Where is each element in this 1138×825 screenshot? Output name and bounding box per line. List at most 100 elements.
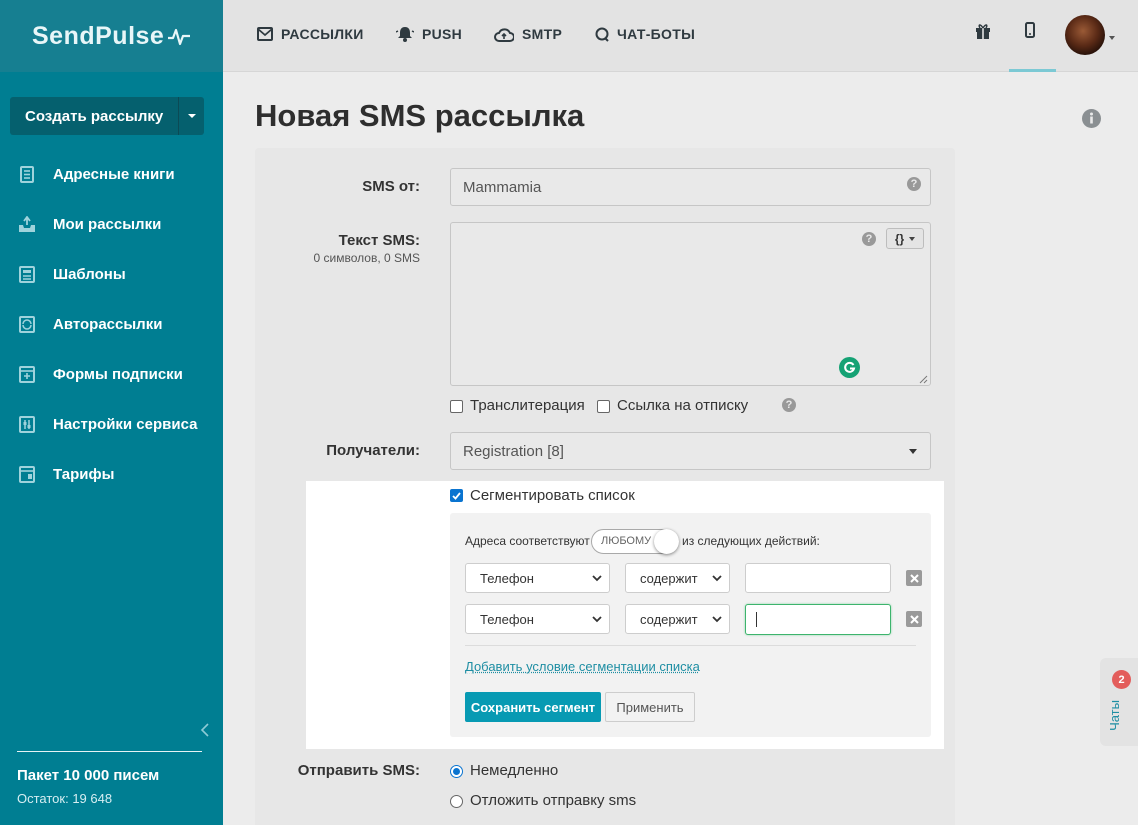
topnav-push[interactable]: PUSH [396, 24, 462, 44]
condition-operator-value: содержит [640, 571, 698, 586]
gift-icon [975, 22, 991, 40]
topnav-label: РАССЫЛКИ [281, 26, 364, 42]
chat-bubble-icon [595, 27, 609, 42]
sidebar-item-label: Тарифы [53, 466, 114, 483]
sidebar-item-service-settings[interactable]: Настройки сервиса [17, 412, 197, 436]
sidebar-divider [17, 751, 202, 752]
add-condition-link[interactable]: Добавить условие сегментации списка [465, 659, 700, 674]
sidebar-item-label: Мои рассылки [53, 216, 161, 233]
create-campaign-button[interactable]: Создать рассылку [10, 97, 204, 135]
sidebar-item-my-campaigns[interactable]: Мои рассылки [17, 212, 161, 236]
gift-button[interactable] [975, 22, 991, 45]
settings-icon [17, 415, 37, 433]
topnav-campaigns[interactable]: РАССЫЛКИ [257, 24, 364, 44]
pulse-logo-icon [168, 25, 190, 47]
caret-down-icon[interactable] [1109, 36, 1115, 40]
topnav-label: ЧАТ-БОТЫ [617, 26, 695, 42]
topnav-chatbots[interactable]: ЧАТ-БОТЫ [595, 24, 695, 44]
sidebar-item-automation[interactable]: Авторассылки [17, 312, 162, 336]
top-navigation: РАССЫЛКИ PUSH SMTP ЧАТ-БОТЫ [223, 0, 1138, 72]
sidebar-item-label: Формы подписки [53, 366, 183, 383]
campaigns-icon [17, 215, 37, 233]
forms-icon [17, 365, 37, 383]
condition-value-input[interactable] [745, 563, 891, 593]
package-remaining: Остаток: 19 648 [17, 791, 112, 806]
grammarly-icon[interactable] [839, 357, 860, 378]
user-avatar[interactable] [1065, 15, 1105, 55]
sender-label: SMS от: [300, 178, 420, 195]
envelope-icon [257, 27, 273, 41]
send-later-radio[interactable] [450, 795, 463, 808]
logo-text: SendPulse [32, 22, 164, 51]
sender-value: Mammamia [463, 179, 541, 196]
sidebar-item-pricing[interactable]: Тарифы [17, 462, 114, 486]
caret-down-icon [188, 114, 196, 118]
create-campaign-dropdown[interactable] [178, 97, 204, 135]
address-book-icon [17, 165, 37, 183]
remove-condition-button[interactable] [906, 611, 922, 627]
sidebar: SendPulse Создать рассылку Адресные книг… [0, 0, 223, 825]
sms-text-help-icon[interactable]: ? [862, 232, 876, 246]
automation-icon [17, 315, 37, 333]
pricing-icon [17, 465, 37, 483]
unsubscribe-help-icon[interactable]: ? [782, 398, 796, 412]
save-segment-button[interactable]: Сохранить сегмент [465, 692, 601, 722]
cloud-upload-icon [494, 27, 514, 42]
topnav-label: PUSH [422, 26, 462, 42]
sidebar-item-label: Настройки сервиса [53, 416, 197, 433]
active-tab-indicator [1009, 69, 1056, 72]
match-mode-toggle[interactable]: ЛЮБОМУ [591, 529, 679, 554]
topnav-smtp[interactable]: SMTP [494, 24, 562, 44]
recipients-label: Получатели: [300, 442, 420, 459]
condition-operator-select[interactable]: содержит [625, 563, 730, 593]
send-now-label: Немедленно [470, 762, 558, 779]
sidebar-item-subscription-forms[interactable]: Формы подписки [17, 362, 183, 386]
condition-operator-select[interactable]: содержит [625, 604, 730, 634]
sms-text-area[interactable] [450, 222, 931, 386]
apply-button[interactable]: Применить [605, 692, 695, 722]
collapse-sidebar-button[interactable] [200, 722, 210, 743]
send-later-label: Отложить отправку sms [470, 792, 636, 809]
match-suffix: из следующих действий: [682, 534, 820, 548]
package-name: Пакет 10 000 писем [17, 767, 159, 784]
sms-counter: 0 символов, 0 SMS [280, 251, 420, 265]
sidebar-item-label: Авторассылки [53, 316, 162, 333]
close-icon [910, 615, 919, 624]
condition-field-value: Телефон [480, 612, 534, 627]
sidebar-item-templates[interactable]: Шаблоны [17, 262, 126, 286]
sms-text-label: Текст SMS: [280, 232, 420, 249]
segment-list-checkbox[interactable] [450, 489, 463, 502]
text-cursor [756, 612, 757, 627]
sender-input[interactable]: Mammamia [450, 168, 931, 206]
send-now-radio[interactable] [450, 765, 463, 778]
variables-button[interactable]: {} [886, 228, 924, 249]
chevron-left-icon [200, 722, 210, 738]
condition-value-input-focused[interactable] [745, 604, 891, 635]
segment-divider [465, 645, 916, 646]
bell-icon [396, 26, 414, 42]
condition-field-select[interactable]: Телефон [465, 563, 610, 593]
chevron-down-icon [712, 616, 722, 623]
caret-down-icon [909, 449, 917, 454]
sender-help-icon[interactable]: ? [907, 177, 921, 191]
sidebar-item-label: Адресные книги [53, 166, 175, 183]
remove-condition-button[interactable] [906, 570, 922, 586]
chevron-down-icon [592, 575, 602, 582]
sidebar-item-address-books[interactable]: Адресные книги [17, 162, 175, 186]
resize-handle-icon[interactable] [919, 375, 928, 384]
recipients-select[interactable]: Registration [8] [450, 432, 931, 470]
unsubscribe-link-label: Ссылка на отписку [617, 397, 748, 414]
caret-down-icon [909, 237, 915, 241]
match-prefix: Адреса соответствуют [465, 534, 590, 548]
sidebar-item-label: Шаблоны [53, 266, 126, 283]
chats-label[interactable]: Чаты [1107, 700, 1122, 731]
mobile-button[interactable] [1025, 22, 1035, 43]
condition-field-select[interactable]: Телефон [465, 604, 610, 634]
logo[interactable]: SendPulse [0, 0, 223, 72]
unsubscribe-link-checkbox[interactable] [597, 400, 610, 413]
page-title: Новая SMS рассылка [255, 98, 584, 134]
chevron-down-icon [592, 616, 602, 623]
info-button[interactable] [1082, 109, 1101, 133]
transliteration-checkbox[interactable] [450, 400, 463, 413]
mobile-phone-icon [1025, 22, 1035, 38]
